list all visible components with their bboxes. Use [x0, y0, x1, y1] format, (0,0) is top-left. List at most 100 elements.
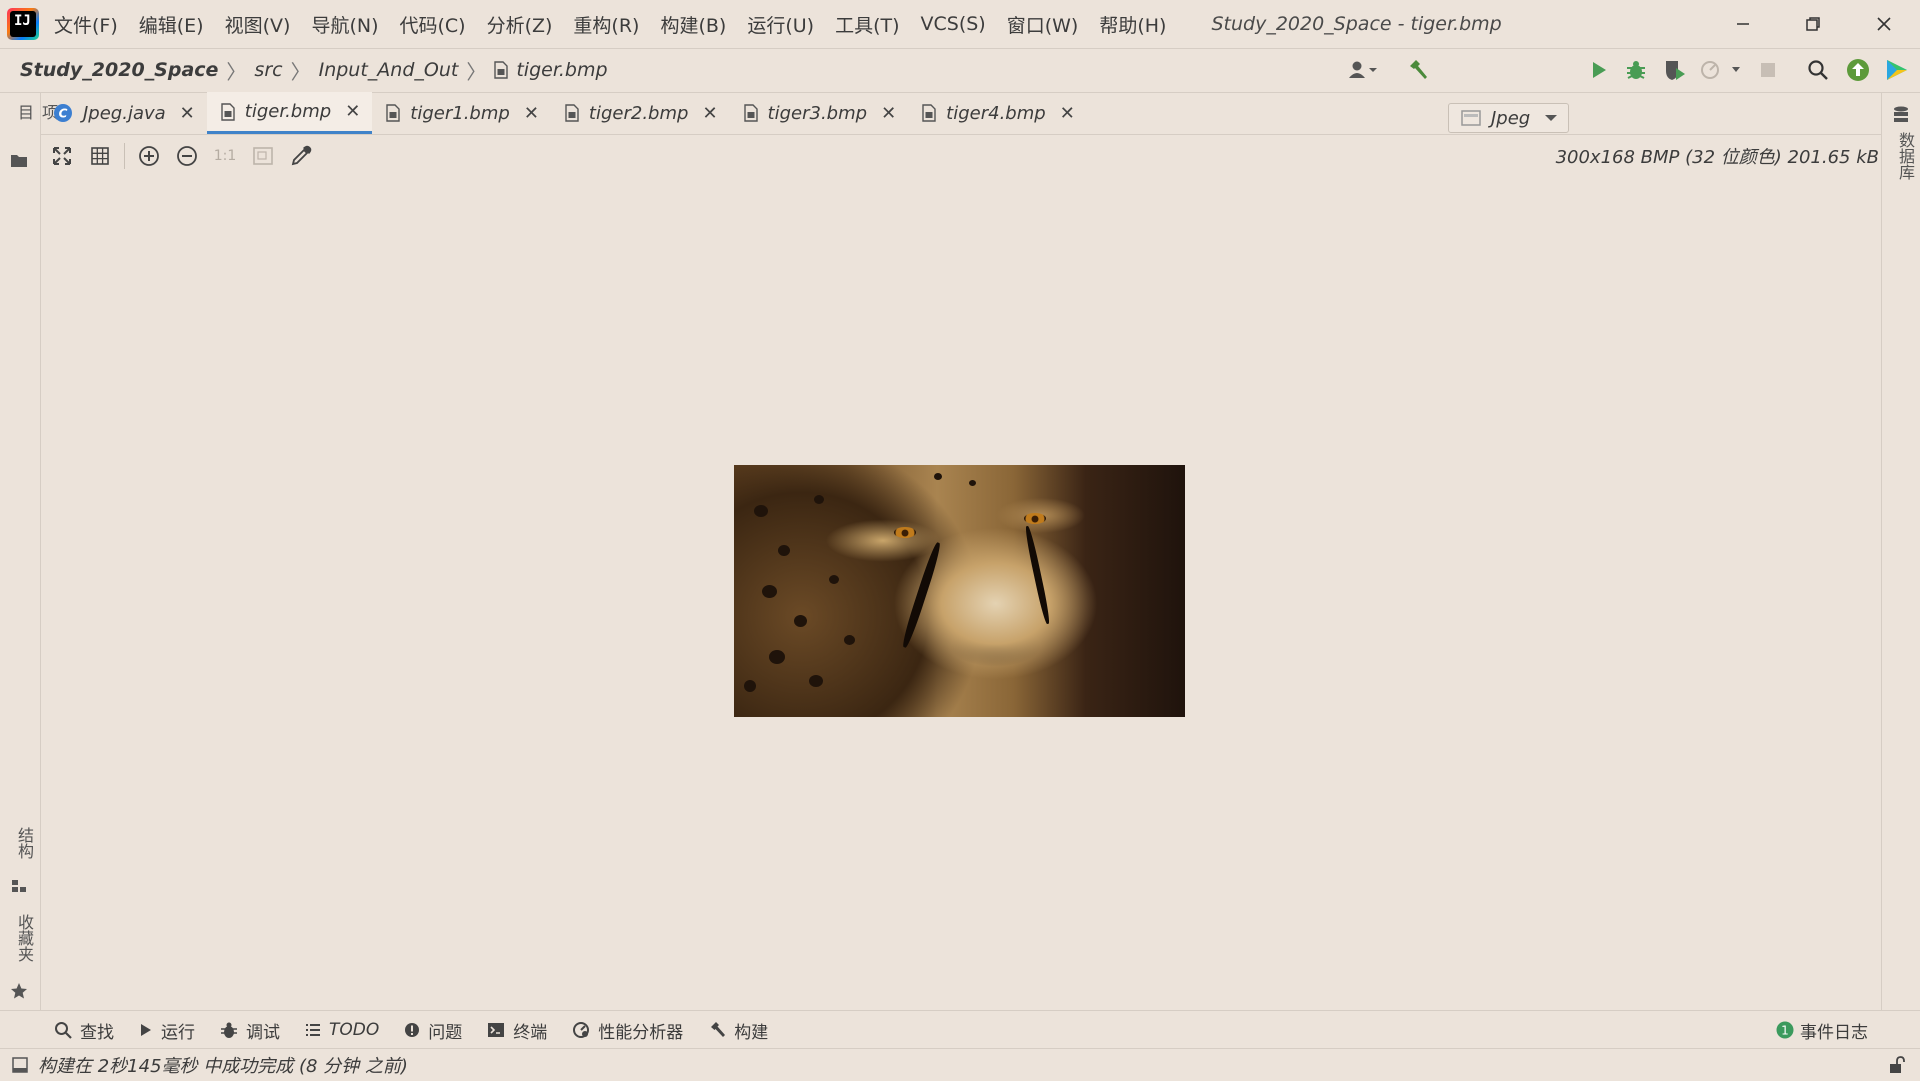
update-button[interactable] [1843, 48, 1873, 92]
menu-navigate[interactable]: 导航(N) [311, 11, 378, 38]
event-log-badge-icon: 1 [1776, 1021, 1794, 1039]
bug-icon [1627, 61, 1645, 79]
color-picker-button[interactable] [282, 137, 320, 175]
event-log-button[interactable]: 1 事件日志 [1776, 1011, 1868, 1049]
menu-refactor[interactable]: 重构(R) [573, 11, 639, 38]
problems-tool-button[interactable]: 问题 [404, 1018, 462, 1043]
bug-icon [221, 1022, 237, 1038]
menu-vcs[interactable]: VCS(S) [921, 13, 986, 35]
right-tool-strip: 数据库 [1881, 92, 1920, 1010]
fur-spot [744, 680, 756, 692]
breadcrumb-src[interactable]: src [254, 59, 282, 81]
find-tool-label: 查找 [80, 1022, 114, 1043]
profile-button[interactable] [1698, 48, 1746, 92]
tab-label: tiger1.bmp [410, 102, 510, 124]
menu-file[interactable]: 文件(F) [54, 11, 118, 38]
menu-edit[interactable]: 编辑(E) [139, 11, 204, 38]
debug-button[interactable] [1621, 48, 1651, 92]
hammer-icon [1410, 60, 1427, 79]
tab-tiger-bmp[interactable]: tiger.bmp ✕ [206, 92, 373, 134]
breadcrumb-separator-icon: 〉 [226, 59, 247, 84]
left-tool-strip: 项目 结构 收藏夹 [0, 92, 58, 1010]
tab-label: tiger3.bmp [767, 102, 868, 124]
run-button[interactable] [1584, 48, 1614, 92]
tab-tiger4-bmp[interactable]: tiger4.bmp ✕ [908, 92, 1087, 134]
search-icon [1808, 60, 1828, 80]
breadcrumb-file[interactable]: tiger.bmp [516, 59, 607, 81]
close-tab-button[interactable]: ✕ [345, 101, 360, 122]
profiler-icon [573, 1022, 590, 1038]
fur-spot [769, 650, 785, 664]
breadcrumb-separator-icon: 〉 [290, 59, 311, 84]
menu-code[interactable]: 代码(C) [399, 11, 465, 38]
run-tool-button[interactable]: 运行 [139, 1018, 195, 1043]
close-window-button[interactable] [1853, 0, 1915, 48]
profiler-tool-button[interactable]: 性能分析器 [572, 1018, 683, 1043]
code-with-me-button[interactable] [1882, 48, 1912, 92]
breadcrumb-project[interactable]: Study_2020_Space [20, 59, 218, 81]
zoom-in-button[interactable] [130, 137, 168, 175]
fit-zoom-button[interactable] [43, 137, 81, 175]
vcs-user-button[interactable] [1340, 48, 1386, 92]
stop-button[interactable] [1754, 48, 1782, 92]
menu-help[interactable]: 帮助(H) [1099, 11, 1166, 38]
unlock-icon[interactable] [1888, 1056, 1906, 1074]
run-with-coverage-button[interactable] [1660, 48, 1690, 92]
close-tab-button[interactable]: ✕ [702, 103, 717, 124]
run-icon [1593, 62, 1606, 78]
build-project-button[interactable] [1400, 48, 1436, 92]
fur-spot [754, 505, 768, 517]
fit-window-button[interactable] [244, 137, 282, 175]
toggle-grid-button[interactable] [81, 137, 119, 175]
menu-view[interactable]: 视图(V) [225, 11, 291, 38]
todo-tool-button[interactable]: TODO [305, 1020, 379, 1040]
close-icon [1877, 17, 1891, 31]
status-message: 构建在 2秒145毫秒 中成功完成 (8 分钟 之前) [38, 1056, 408, 1077]
image-file-icon [565, 104, 579, 122]
structure-icon [12, 880, 26, 892]
breadcrumb: Study_2020_Space 〉 src 〉 Input_And_Out 〉… [20, 56, 608, 85]
debug-tool-label: 调试 [246, 1022, 280, 1043]
actual-size-button[interactable]: 1:1 [206, 137, 244, 175]
image-info: 300x168 BMP (32 位颜色) 201.65 kB [1555, 147, 1879, 168]
stop-icon [1761, 63, 1775, 77]
tab-tiger2-bmp[interactable]: tiger2.bmp ✕ [551, 92, 730, 134]
close-tab-button[interactable]: ✕ [1060, 103, 1075, 124]
toggle-tool-windows-icon[interactable] [12, 1057, 28, 1073]
close-tab-button[interactable]: ✕ [180, 103, 195, 124]
database-tool-button[interactable]: 数据库 [1890, 106, 1915, 196]
favorites-tool-button[interactable]: 收藏夹 [6, 914, 34, 1004]
coverage-icon [1666, 61, 1685, 80]
folder-icon [11, 155, 27, 167]
run-tool-label: 运行 [161, 1022, 195, 1043]
menu-analyze[interactable]: 分析(Z) [487, 11, 553, 38]
menu-run[interactable]: 运行(U) [747, 11, 814, 38]
breadcrumb-package[interactable]: Input_And_Out [319, 59, 459, 81]
tab-tiger1-bmp[interactable]: tiger1.bmp ✕ [372, 92, 551, 134]
minimize-button[interactable] [1712, 0, 1774, 48]
build-tool-button[interactable]: 构建 [708, 1018, 768, 1043]
terminal-tool-button[interactable]: 终端 [487, 1018, 547, 1043]
zoom-out-button[interactable] [168, 137, 206, 175]
tear-mark [1023, 525, 1052, 625]
debug-tool-button[interactable]: 调试 [220, 1018, 280, 1043]
toolbar-divider [124, 143, 125, 169]
menu-build[interactable]: 构建(B) [660, 11, 726, 38]
event-log-label: 事件日志 [1800, 1022, 1868, 1043]
image-file-icon [743, 104, 758, 122]
fur-spot [809, 675, 823, 687]
editor-tab-bar: C Jpeg.java ✕ tiger.bmp ✕ tiger1.bmp ✕ t… [41, 92, 1881, 135]
structure-tool-button[interactable]: 结构 [6, 827, 34, 895]
search-everywhere-button[interactable] [1803, 48, 1833, 92]
close-tab-button[interactable]: ✕ [524, 103, 539, 124]
close-tab-button[interactable]: ✕ [881, 103, 896, 124]
tab-tiger3-bmp[interactable]: tiger3.bmp ✕ [730, 92, 909, 134]
find-tool-button[interactable]: 查找 [54, 1018, 114, 1043]
tab-jpeg-java[interactable]: C Jpeg.java ✕ [41, 92, 207, 134]
image-editor-toolbar: 1:1 300x168 BMP (32 位颜色) 201.65 kB [41, 135, 1881, 177]
menu-tools[interactable]: 工具(T) [835, 11, 899, 38]
problems-icon [405, 1023, 420, 1037]
menu-window[interactable]: 窗口(W) [1007, 11, 1079, 38]
fit-zoom-icon [53, 147, 71, 165]
restore-button[interactable] [1782, 0, 1844, 48]
